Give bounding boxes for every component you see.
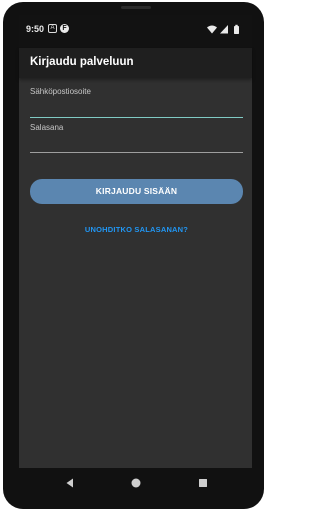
email-label: Sähköpostiosoite (30, 87, 91, 96)
wifi-icon (207, 25, 217, 34)
navigation-bar (19, 468, 252, 498)
email-underline (30, 117, 243, 118)
forgot-password-link[interactable]: UNOHDITKO SALASANAN? (30, 225, 243, 234)
speaker-grille (121, 6, 151, 9)
recents-icon[interactable] (197, 477, 209, 489)
battery-icon (234, 24, 239, 34)
phone-frame: 9:50 A F Kirjaudu palveluun Sähköpostios… (3, 2, 264, 509)
password-field[interactable] (30, 137, 243, 151)
password-underline (30, 152, 243, 153)
login-button[interactable]: KIRJAUDU SISÄÄN (30, 179, 243, 204)
status-icons-svg (207, 24, 239, 34)
screen: 9:50 A F Kirjaudu palveluun Sähköpostios… (19, 15, 252, 498)
home-icon[interactable] (130, 477, 142, 489)
status-time: 9:50 (26, 24, 45, 34)
status-icons (206, 24, 246, 34)
notification-a-icon: A (48, 24, 57, 33)
app-bar: Kirjaudu palveluun (19, 48, 252, 78)
back-icon[interactable] (64, 477, 76, 489)
notification-f-icon: F (60, 24, 69, 33)
password-label: Salasana (30, 123, 64, 132)
signal-icon (220, 25, 228, 34)
status-bar: 9:50 A F (19, 15, 252, 48)
page-title: Kirjaudu palveluun (30, 56, 134, 68)
email-field[interactable] (30, 102, 243, 116)
